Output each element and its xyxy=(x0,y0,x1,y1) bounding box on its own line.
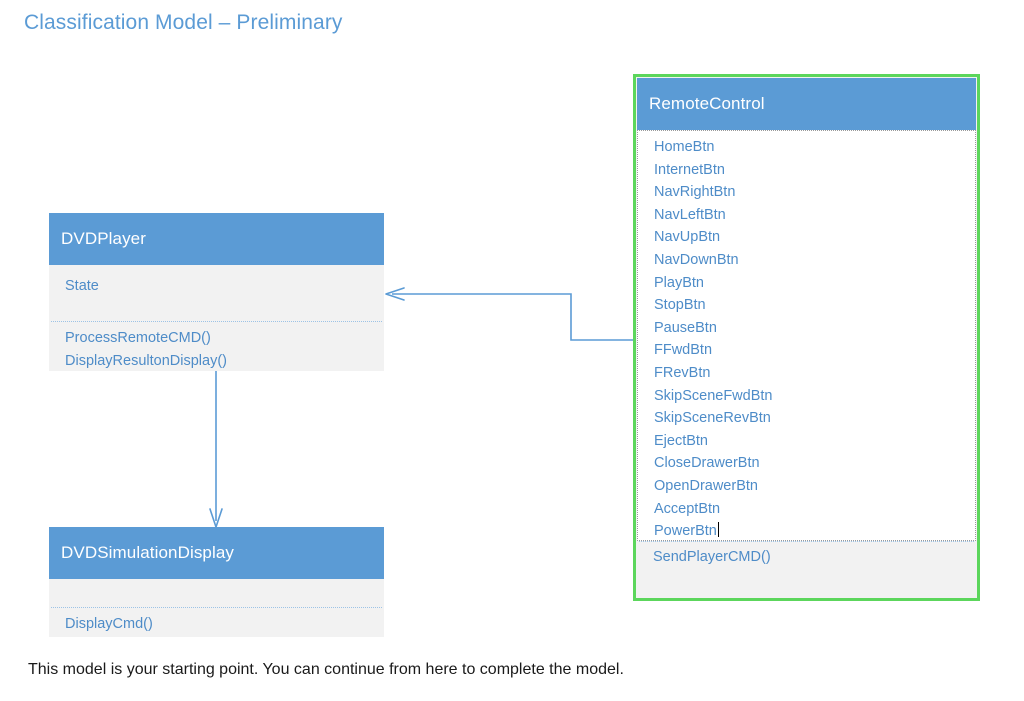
attribute-item[interactable]: NavRightBtn xyxy=(654,181,975,204)
attribute-item[interactable]: NavDownBtn xyxy=(654,249,975,272)
class-name-dvdplayer[interactable]: DVDPlayer xyxy=(49,213,384,265)
attribute-item[interactable]: AcceptBtn xyxy=(654,498,975,521)
attributes-section-dvdsimulationdisplay[interactable] xyxy=(49,579,384,607)
operations-section-remotecontrol[interactable]: SendPlayerCMD() xyxy=(637,542,976,575)
attribute-item[interactable]: NavLeftBtn xyxy=(654,204,975,227)
attribute-item[interactable]: HomeBtn xyxy=(654,136,975,159)
attribute-item[interactable]: FRevBtn xyxy=(654,362,975,385)
class-box-dvdplayer[interactable]: DVDPlayer State ProcessRemoteCMD() Displ… xyxy=(49,213,384,371)
attribute-item[interactable]: PowerBtn xyxy=(654,520,975,543)
attribute-item[interactable]: PauseBtn xyxy=(654,317,975,340)
class-box-remotecontrol[interactable]: RemoteControl HomeBtn InternetBtn NavRight… xyxy=(633,74,980,601)
class-name-dvdsimulationdisplay[interactable]: DVDSimulationDisplay xyxy=(49,527,384,579)
operations-section-dvdsimulationdisplay[interactable]: DisplayCmd() xyxy=(49,608,384,642)
attributes-section-dvdplayer[interactable]: State xyxy=(49,265,384,321)
connector-remotecontrol-to-dvdplayer[interactable] xyxy=(385,287,633,341)
attribute-item[interactable]: CloseDrawerBtn xyxy=(654,452,975,475)
attribute-item[interactable]: PlayBtn xyxy=(654,272,975,295)
operation-item[interactable]: DisplayResultonDisplay() xyxy=(65,350,384,373)
attribute-item[interactable]: NavUpBtn xyxy=(654,226,975,249)
operation-item[interactable]: DisplayCmd() xyxy=(65,613,384,636)
attribute-item[interactable]: State xyxy=(65,275,384,298)
attribute-item[interactable]: StopBtn xyxy=(654,294,975,317)
operation-item[interactable]: ProcessRemoteCMD() xyxy=(65,327,384,350)
operations-section-dvdplayer[interactable]: ProcessRemoteCMD() DisplayResultonDispla… xyxy=(49,322,384,378)
attribute-item[interactable]: FFwdBtn xyxy=(654,339,975,362)
attribute-item[interactable]: SkipSceneFwdBtn xyxy=(654,385,975,408)
attribute-item[interactable]: SkipSceneRevBtn xyxy=(654,407,975,430)
attribute-item[interactable]: OpenDrawerBtn xyxy=(654,475,975,498)
connector-dvdplayer-to-dvdsimulationdisplay[interactable] xyxy=(209,371,223,528)
class-name-remotecontrol[interactable]: RemoteControl xyxy=(637,78,976,130)
attribute-item[interactable]: InternetBtn xyxy=(654,159,975,182)
text-cursor-caret xyxy=(717,522,719,538)
slide-caption: This model is your starting point. You c… xyxy=(28,661,624,678)
page-title: Classification Model – Preliminary xyxy=(24,11,343,34)
attribute-item[interactable]: EjectBtn xyxy=(654,430,975,453)
operation-item[interactable]: SendPlayerCMD() xyxy=(653,546,976,569)
attributes-section-remotecontrol[interactable]: HomeBtn InternetBtn NavRightBtn NavLeftBtn N… xyxy=(637,130,976,541)
class-box-dvdsimulationdisplay[interactable]: DVDSimulationDisplay DisplayCmd() xyxy=(49,527,384,637)
